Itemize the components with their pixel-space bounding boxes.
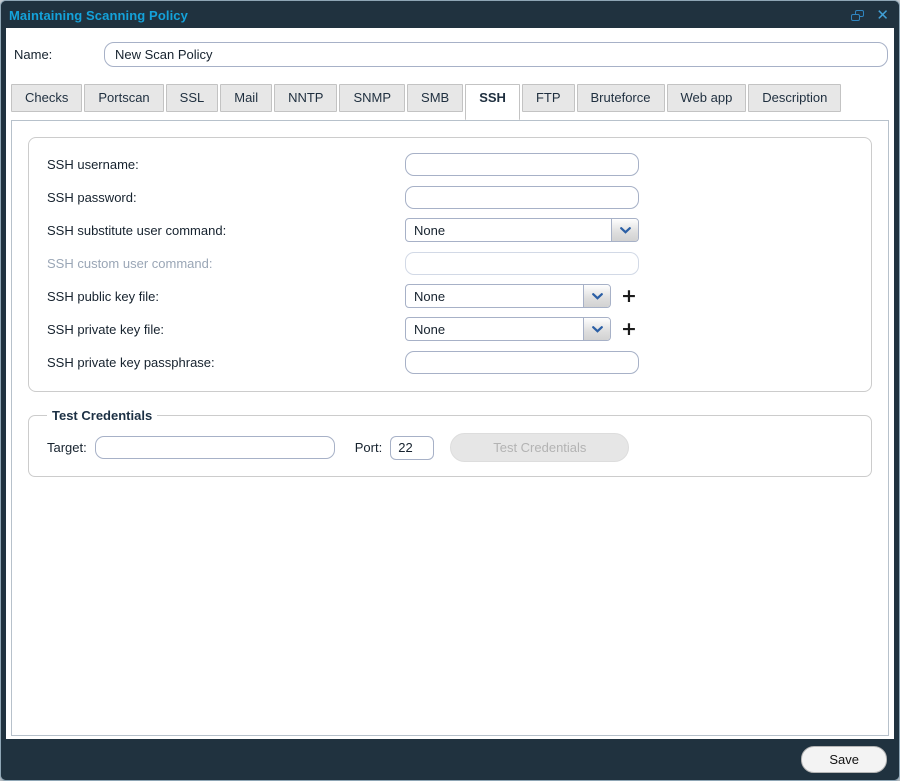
chevron-down-icon[interactable] <box>583 318 610 340</box>
ssh-private-key-file-label: SSH private key file: <box>47 321 165 337</box>
tab-bar: Checks Portscan SSL Mail NNTP SNMP SMB S… <box>6 80 894 120</box>
select-value: None <box>414 223 446 238</box>
ssh-custom-user-command-row: SSH custom user command: <box>47 251 859 275</box>
ssh-passphrase-label: SSH private key passphrase: <box>47 354 215 370</box>
ssh-public-key-file-row: SSH public key file: None + <box>47 284 859 308</box>
test-credentials-legend: Test Credentials <box>52 408 153 423</box>
tab-nntp[interactable]: NNTP <box>274 84 338 112</box>
tab-checks[interactable]: Checks <box>11 84 83 112</box>
ssh-passphrase-input[interactable] <box>405 350 639 374</box>
tab-smb[interactable]: SMB <box>407 84 464 112</box>
test-credentials-button[interactable]: Test Credentials <box>450 433 630 462</box>
maintain-scanning-policy-dialog: Maintaining Scanning Policy ✕ Name: Chec… <box>0 0 900 781</box>
tab-webapp[interactable]: Web app <box>666 84 747 112</box>
tab-bruteforce[interactable]: Bruteforce <box>576 84 665 112</box>
test-credentials-fieldset: Test Credentials Target: Port: Test Cred… <box>28 408 872 477</box>
ssh-substitute-user-command-label: SSH substitute user command: <box>47 222 227 238</box>
select-value: None <box>414 322 446 337</box>
window-title: Maintaining Scanning Policy <box>9 8 188 23</box>
ssh-substitute-user-command-row: SSH substitute user command: None <box>47 218 859 242</box>
chevron-down-icon[interactable] <box>583 285 610 307</box>
ssh-credentials-box: SSH username: SSH password: SSH substitu… <box>28 137 872 392</box>
title-bar: Maintaining Scanning Policy ✕ <box>1 1 899 28</box>
tab-snmp[interactable]: SNMP <box>339 84 406 112</box>
ssh-password-input[interactable] <box>405 185 639 209</box>
ssh-username-label: SSH username: <box>47 156 139 172</box>
dialog-body: Name: Checks Portscan SSL Mail NNTP SNMP… <box>6 28 894 739</box>
name-label: Name: <box>14 46 53 62</box>
port-label: Port: <box>354 440 383 455</box>
policy-name-input[interactable] <box>104 41 888 67</box>
add-public-key-icon[interactable]: + <box>621 287 637 306</box>
ssh-tab-panel: SSH username: SSH password: SSH substitu… <box>11 120 889 736</box>
ssh-passphrase-row: SSH private key passphrase: <box>47 350 859 374</box>
save-button[interactable]: Save <box>801 746 887 773</box>
tab-ssl[interactable]: SSL <box>165 84 219 112</box>
tab-mail[interactable]: Mail <box>220 84 273 112</box>
port-input[interactable] <box>390 435 435 460</box>
tab-ssh[interactable]: SSH <box>465 84 520 120</box>
ssh-private-key-file-row: SSH private key file: None + <box>47 317 859 341</box>
test-credentials-row: Target: Port: Test Credentials <box>39 433 861 462</box>
ssh-private-key-file-select[interactable]: None <box>405 317 611 341</box>
target-label: Target: <box>47 440 87 455</box>
restore-window-icon[interactable] <box>851 10 865 21</box>
ssh-custom-user-command-label: SSH custom user command: <box>47 255 213 271</box>
ssh-username-row: SSH username: <box>47 152 859 176</box>
ssh-public-key-file-label: SSH public key file: <box>47 288 159 304</box>
close-icon[interactable]: ✕ <box>876 8 889 23</box>
footer-bar: Save <box>1 739 899 780</box>
ssh-password-label: SSH password: <box>47 189 137 205</box>
ssh-substitute-user-command-select[interactable]: None <box>405 218 639 242</box>
ssh-password-row: SSH password: <box>47 185 859 209</box>
add-private-key-icon[interactable]: + <box>621 320 637 339</box>
ssh-username-input[interactable] <box>405 152 639 176</box>
chevron-down-icon[interactable] <box>611 219 638 241</box>
tab-description[interactable]: Description <box>748 84 842 112</box>
tab-ftp[interactable]: FTP <box>521 84 575 112</box>
target-input[interactable] <box>94 436 335 459</box>
ssh-custom-user-command-input <box>405 251 639 275</box>
tab-portscan[interactable]: Portscan <box>84 84 164 112</box>
name-row: Name: <box>6 28 894 80</box>
ssh-public-key-file-select[interactable]: None <box>405 284 611 308</box>
select-value: None <box>414 289 446 304</box>
